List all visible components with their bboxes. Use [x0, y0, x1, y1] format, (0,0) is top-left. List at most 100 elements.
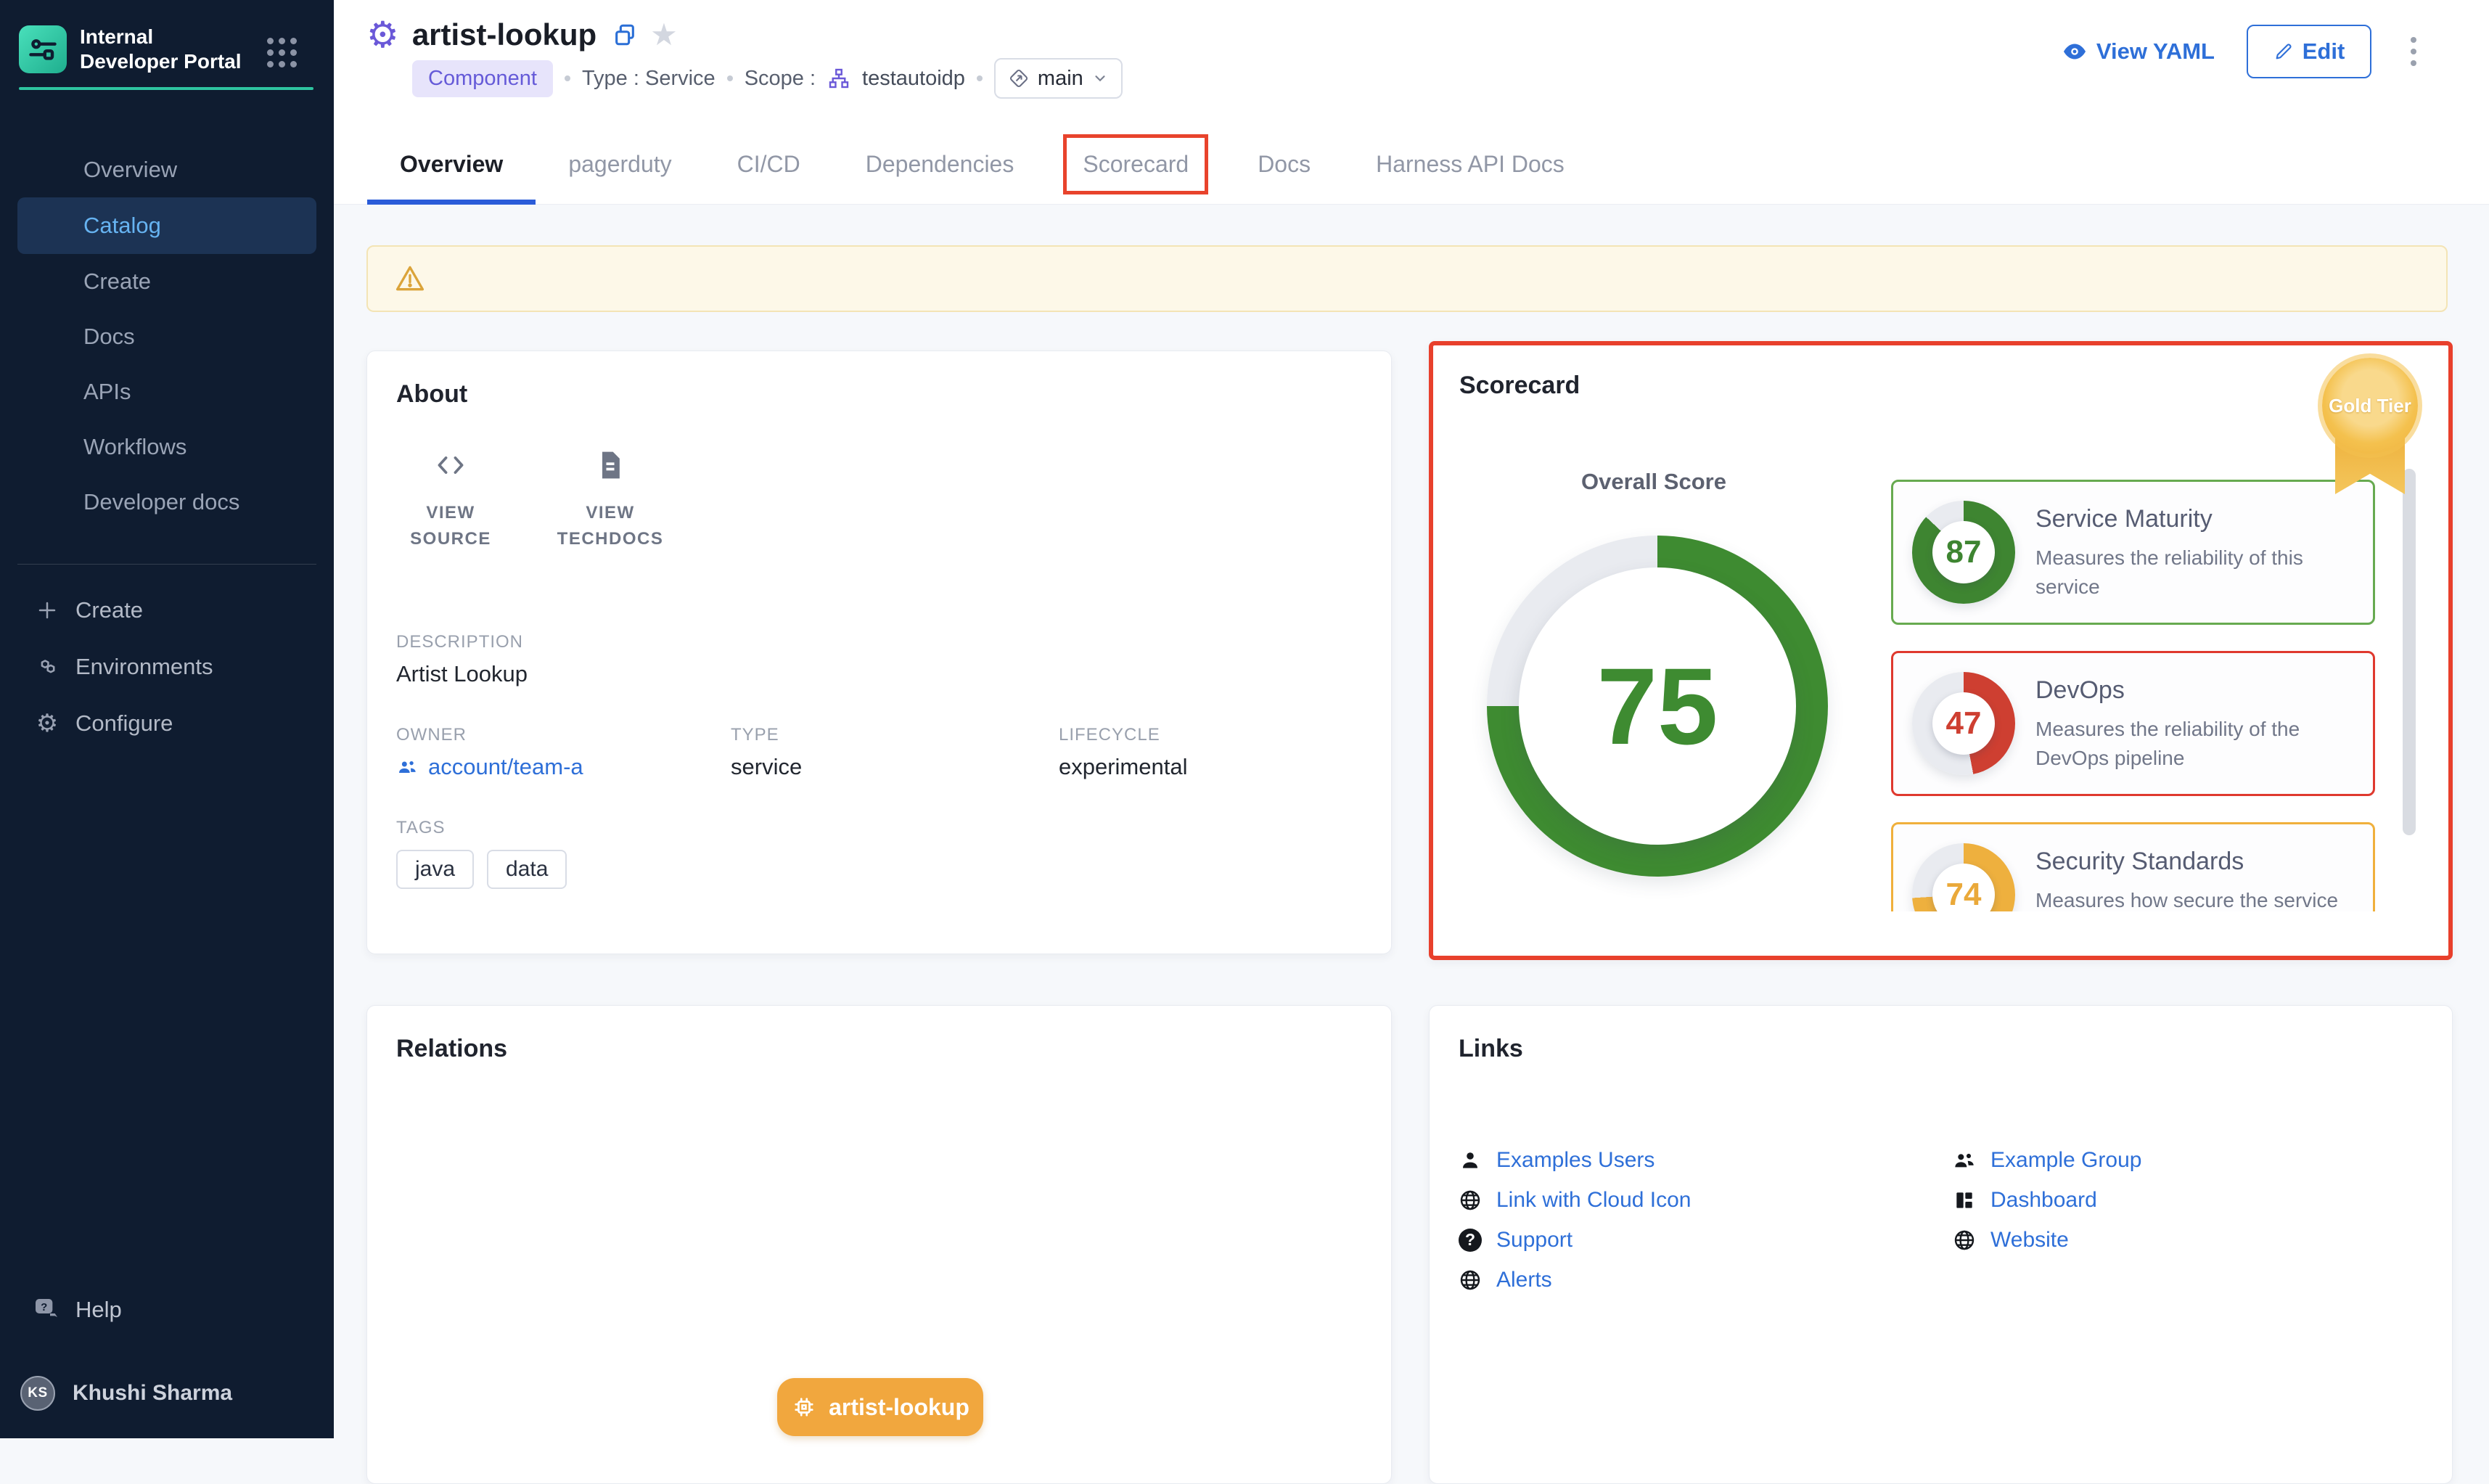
- sidebar-item-environments[interactable]: Environments: [0, 639, 334, 695]
- about-actions: VIEW SOURCE VIEW TECHDOCS: [396, 449, 1362, 552]
- tab-cicd[interactable]: CI/CD: [705, 123, 833, 205]
- tab-docs[interactable]: Docs: [1225, 123, 1343, 205]
- description-value: Artist Lookup: [396, 661, 1362, 687]
- annotation-box: Scorecard: [1063, 134, 1208, 194]
- brand-title: Internal Developer Portal: [80, 25, 247, 74]
- relations-card: Relations artist-lookup: [366, 1005, 1392, 1484]
- link-examples-users[interactable]: Examples Users: [1459, 1140, 1953, 1180]
- link-website[interactable]: Website: [1953, 1220, 2423, 1260]
- entity-tabs: Overview pagerduty CI/CD Dependencies Sc…: [367, 123, 1597, 205]
- header-actions: View YAML Edit: [2062, 25, 2424, 78]
- svg-text:?: ?: [41, 1301, 47, 1313]
- relations-title: Relations: [396, 1035, 1362, 1063]
- owner-link[interactable]: account/team-a: [396, 754, 731, 780]
- scrollbar-thumb[interactable]: [2403, 469, 2416, 835]
- scorecard-item-service-maturity[interactable]: 87 Service Maturity Measures the reliabi…: [1891, 480, 2375, 625]
- scorecard-item-security-standards[interactable]: 74 Security Standards Measures how secur…: [1891, 822, 2375, 911]
- branch-selector[interactable]: main: [994, 58, 1123, 99]
- link-cloud-icon[interactable]: Link with Cloud Icon: [1459, 1180, 1953, 1220]
- sidebar-item-catalog[interactable]: Catalog: [17, 197, 316, 254]
- tag-chip[interactable]: java: [396, 850, 474, 889]
- score-description: Measures the reliability of the DevOps p…: [2035, 715, 2354, 773]
- links-grid: Examples Users Link with Cloud Icon ? Su…: [1459, 1140, 2423, 1300]
- view-source-button[interactable]: VIEW SOURCE: [396, 449, 505, 552]
- overall-score-value: 75: [1597, 644, 1718, 769]
- dot-separator: [727, 75, 733, 81]
- link-alerts[interactable]: Alerts: [1459, 1260, 1953, 1300]
- tab-pagerduty[interactable]: pagerduty: [536, 123, 704, 205]
- scorecard-list: 87 Service Maturity Measures the reliabi…: [1891, 480, 2375, 911]
- avatar: KS: [20, 1376, 55, 1411]
- score-gauge: 47: [1912, 672, 2015, 775]
- sidebar-item-overview[interactable]: Overview: [0, 142, 334, 197]
- sidebar-help[interactable]: ? Help: [0, 1283, 334, 1337]
- harness-idp-logo-icon: [19, 25, 67, 73]
- score-name: DevOps: [2035, 676, 2354, 705]
- kind-badge: Component: [412, 60, 553, 97]
- gold-tier-ribbon: Gold Tier: [2322, 358, 2418, 454]
- dot-separator: [977, 75, 983, 81]
- entity-meta: Component Type : Service Scope : testaut…: [412, 58, 1123, 99]
- link-support[interactable]: ? Support: [1459, 1220, 1953, 1260]
- favorite-star-icon[interactable]: ★: [650, 20, 678, 50]
- warning-banner: [366, 245, 2448, 312]
- title-row: ⚙ artist-lookup ★: [366, 13, 678, 57]
- apps-grid-icon[interactable]: [267, 38, 298, 68]
- sidebar-item-configure[interactable]: ⚙ Configure: [0, 695, 334, 752]
- about-fields: OWNER account/team-a TYPE service LIFECY…: [396, 725, 1362, 780]
- sidebar-item-apis[interactable]: APIs: [0, 364, 334, 419]
- description-label: DESCRIPTION: [396, 632, 1362, 652]
- tag-chip[interactable]: data: [487, 850, 567, 889]
- about-title: About: [396, 380, 1362, 409]
- more-options-kebab-icon[interactable]: [2403, 30, 2424, 73]
- sidebar-item-create[interactable]: Create: [0, 254, 334, 309]
- globe-icon: [1953, 1229, 1976, 1252]
- relations-node-artist-lookup[interactable]: artist-lookup: [777, 1378, 983, 1436]
- document-icon: [594, 449, 626, 481]
- warning-triangle-icon: [394, 263, 426, 295]
- org-hierarchy-icon: [827, 67, 850, 90]
- eye-icon: [2062, 38, 2088, 65]
- globe-icon: [1459, 1189, 1482, 1212]
- user-name: Khushi Sharma: [73, 1381, 232, 1406]
- view-techdocs-button[interactable]: VIEW TECHDOCS: [556, 449, 665, 552]
- globe-icon: [1459, 1268, 1482, 1292]
- tab-harness-api-docs[interactable]: Harness API Docs: [1343, 123, 1597, 205]
- sidebar-item-docs[interactable]: Docs: [0, 309, 334, 364]
- group-icon: [396, 755, 419, 779]
- tags-field: TAGS java data: [396, 818, 1362, 889]
- copy-icon[interactable]: [612, 22, 637, 47]
- edit-button[interactable]: Edit: [2247, 25, 2371, 78]
- sidebar-item-workflows[interactable]: Workflows: [0, 419, 334, 475]
- tab-dependencies[interactable]: Dependencies: [833, 123, 1047, 205]
- overall-score-block: Overall Score 75: [1487, 469, 1821, 877]
- links-title: Links: [1459, 1035, 2423, 1063]
- user-menu[interactable]: KS Khushi Sharma: [0, 1373, 334, 1414]
- tab-scorecard[interactable]: Scorecard: [1046, 123, 1225, 205]
- overall-score-gauge: 75: [1487, 536, 1828, 877]
- group-icon: [1953, 1149, 1976, 1172]
- scope-label: Scope :: [745, 67, 816, 91]
- score-gauge: 74: [1912, 843, 2015, 911]
- tier-badge: Gold Tier: [2322, 358, 2418, 454]
- owner-field: OWNER account/team-a: [396, 725, 731, 780]
- brand-divider: [19, 87, 313, 90]
- score-gauge: 87: [1912, 501, 2015, 604]
- score-name: Security Standards: [2035, 848, 2354, 876]
- help-chat-icon: ?: [32, 1295, 61, 1324]
- sidebar-item-developer-docs[interactable]: Developer docs: [0, 475, 334, 530]
- view-yaml-button[interactable]: View YAML: [2062, 38, 2215, 65]
- link-example-group[interactable]: Example Group: [1953, 1140, 2423, 1180]
- scorecard-item-devops[interactable]: 47 DevOps Measures the reliability of th…: [1891, 651, 2375, 796]
- branch-icon: [1009, 68, 1029, 89]
- branch-name: main: [1038, 67, 1083, 91]
- environments-icon: [35, 655, 60, 679]
- link-dashboard[interactable]: Dashboard: [1953, 1180, 2423, 1220]
- overall-score-label: Overall Score: [1487, 469, 1821, 495]
- sidebar-item-create-entity[interactable]: Create: [0, 582, 334, 639]
- tab-overview[interactable]: Overview: [367, 123, 536, 205]
- help-circle-icon: ?: [1459, 1229, 1482, 1252]
- brand: Internal Developer Portal: [19, 25, 247, 74]
- sidebar: Internal Developer Portal Overview Catal…: [0, 0, 334, 1438]
- about-card: About VIEW SOURCE VIEW TECHDOCS DESCRIPT…: [366, 350, 1392, 954]
